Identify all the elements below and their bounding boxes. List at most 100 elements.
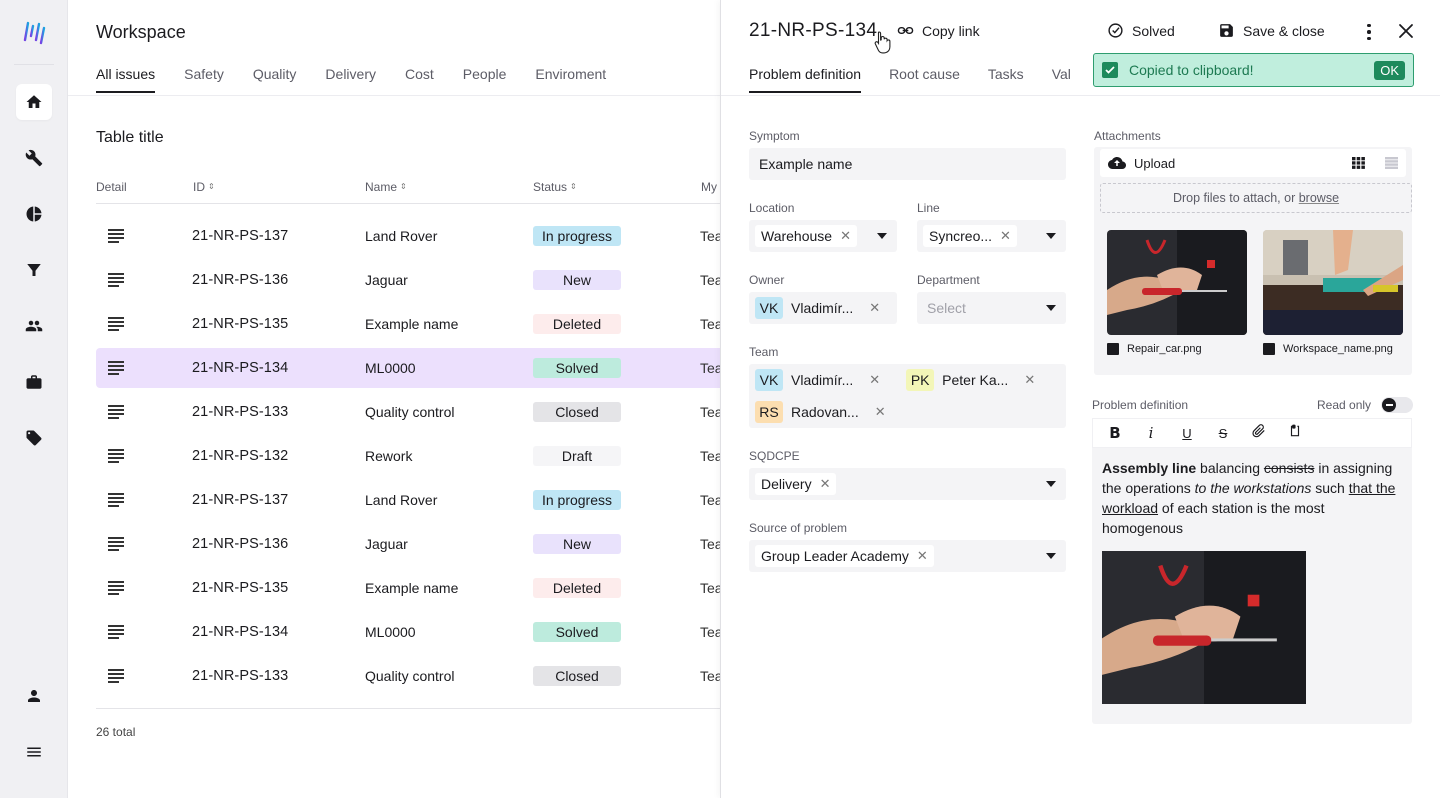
detail-icon[interactable] bbox=[108, 537, 124, 551]
column-header-status[interactable]: Status ⇕ bbox=[533, 180, 577, 194]
line-select[interactable]: Syncreo... ✕ bbox=[917, 220, 1066, 252]
attach-icon[interactable] bbox=[1251, 424, 1267, 442]
table-row[interactable]: 21-NR-PS-134 ML0000 Solved Tea bbox=[96, 610, 736, 654]
sidebar-item-people[interactable] bbox=[16, 308, 52, 344]
more-options-icon[interactable] bbox=[1361, 22, 1377, 42]
sidebar-item-menu[interactable] bbox=[16, 734, 52, 770]
tab-environment[interactable]: Enviroment bbox=[535, 66, 606, 92]
sort-icon[interactable]: ⇕ bbox=[400, 183, 407, 191]
sidebar-item-profile[interactable] bbox=[16, 678, 52, 714]
attachment-name[interactable]: Repair_car.png bbox=[1107, 343, 1202, 355]
attachment-thumbnail-repair-car[interactable] bbox=[1107, 230, 1247, 335]
tab-validation[interactable]: Val bbox=[1052, 66, 1071, 92]
remove-icon[interactable]: ✕ bbox=[840, 228, 851, 244]
remove-icon[interactable]: ✕ bbox=[869, 372, 880, 388]
sidebar-item-projects[interactable] bbox=[16, 364, 52, 400]
tab-quality[interactable]: Quality bbox=[253, 66, 297, 92]
table-row[interactable]: 21-NR-PS-135 Example name Deleted Tea bbox=[96, 302, 736, 346]
caret-down-icon[interactable] bbox=[1046, 305, 1056, 311]
remove-icon[interactable]: ✕ bbox=[820, 476, 831, 492]
solved-button[interactable]: Solved bbox=[1107, 22, 1175, 39]
bold-icon[interactable]: B bbox=[1107, 424, 1123, 442]
table-row[interactable]: 21-NR-PS-137 Land Rover In progress Tea bbox=[96, 214, 736, 258]
column-header-name[interactable]: Name ⇕ bbox=[365, 180, 407, 194]
detail-icon[interactable] bbox=[108, 273, 124, 287]
remove-icon[interactable]: ✕ bbox=[917, 548, 928, 564]
remove-icon[interactable]: ✕ bbox=[869, 300, 880, 316]
symptom-input[interactable]: Example name bbox=[749, 148, 1066, 180]
upload-button[interactable]: Upload bbox=[1134, 156, 1175, 171]
tab-safety[interactable]: Safety bbox=[184, 66, 224, 92]
tab-problem-definition[interactable]: Problem definition bbox=[749, 66, 862, 93]
copy-link-button[interactable]: Copy link bbox=[897, 22, 980, 39]
table-row[interactable]: 21-NR-PS-135 Example name Deleted Tea bbox=[96, 566, 736, 610]
drop-zone[interactable]: Drop files to attach, or browse bbox=[1100, 183, 1412, 213]
detail-icon[interactable] bbox=[108, 581, 124, 595]
sort-icon[interactable]: ⇕ bbox=[570, 183, 577, 191]
cloud-upload-icon[interactable] bbox=[1108, 156, 1126, 170]
clipboard-icon[interactable] bbox=[1287, 424, 1303, 442]
attachment-thumbnail-workspace[interactable] bbox=[1263, 230, 1403, 335]
underline-icon[interactable]: U bbox=[1179, 426, 1195, 441]
sidebar-item-home[interactable] bbox=[16, 84, 52, 120]
detail-icon[interactable] bbox=[108, 405, 124, 419]
detail-icon[interactable] bbox=[108, 449, 124, 463]
sqdcpe-select[interactable]: Delivery ✕ bbox=[749, 468, 1066, 500]
sidebar-item-tools[interactable] bbox=[16, 140, 52, 176]
pie-chart-icon bbox=[26, 206, 42, 222]
save-close-button[interactable]: Save & close bbox=[1218, 22, 1325, 39]
table-row[interactable]: 21-NR-PS-132 Rework Draft Tea bbox=[96, 434, 736, 478]
table-row[interactable]: 21-NR-PS-137 Land Rover In progress Tea bbox=[96, 478, 736, 522]
tab-root-cause[interactable]: Root cause bbox=[889, 66, 960, 92]
location-select[interactable]: Warehouse ✕ bbox=[749, 220, 897, 252]
attachment-name[interactable]: Workspace_name.png bbox=[1263, 343, 1393, 355]
toast-ok-button[interactable]: OK bbox=[1374, 60, 1405, 80]
remove-icon[interactable]: ✕ bbox=[1000, 228, 1011, 244]
table-row[interactable]: 21-NR-PS-133 Quality control Closed Tea bbox=[96, 654, 736, 698]
detail-icon[interactable] bbox=[108, 361, 124, 375]
detail-icon[interactable] bbox=[108, 317, 124, 331]
close-icon[interactable] bbox=[1397, 22, 1415, 40]
grid-view-icon[interactable] bbox=[1352, 157, 1365, 169]
tab-cost[interactable]: Cost bbox=[405, 66, 434, 92]
tab-people[interactable]: People bbox=[463, 66, 507, 92]
team-select[interactable]: VK Vladimír... ✕ PK Peter Ka... ✕ RS Radovan.… bbox=[749, 364, 1066, 428]
sidebar-item-reports[interactable] bbox=[16, 196, 52, 232]
column-header-id[interactable]: ID ⇕ bbox=[193, 180, 215, 194]
list-view-icon[interactable] bbox=[1385, 157, 1398, 169]
sort-icon[interactable]: ⇕ bbox=[208, 183, 215, 191]
sidebar-item-filter[interactable] bbox=[16, 252, 52, 288]
detail-icon[interactable] bbox=[108, 669, 124, 683]
table-row[interactable]: 21-NR-PS-136 Jaguar New Tea bbox=[96, 258, 736, 302]
department-select[interactable]: Select bbox=[917, 292, 1066, 324]
tab-delivery[interactable]: Delivery bbox=[325, 66, 376, 92]
detail-icon[interactable] bbox=[108, 493, 124, 507]
table-row[interactable]: 21-NR-PS-136 Jaguar New Tea bbox=[96, 522, 736, 566]
caret-down-icon[interactable] bbox=[877, 233, 887, 239]
strikethrough-icon[interactable]: S bbox=[1215, 426, 1231, 441]
detail-icon[interactable] bbox=[108, 625, 124, 639]
remove-icon[interactable]: ✕ bbox=[1024, 372, 1035, 388]
tab-all-issues[interactable]: All issues bbox=[96, 66, 156, 93]
browse-link[interactable]: browse bbox=[1299, 191, 1339, 205]
detail-icon[interactable] bbox=[108, 229, 124, 243]
table-row[interactable]: 21-NR-PS-133 Quality control Closed Tea bbox=[96, 390, 736, 434]
issue-name: Example name bbox=[365, 580, 459, 596]
sqdcpe-chip: Delivery ✕ bbox=[755, 473, 837, 495]
source-select[interactable]: Group Leader Academy ✕ bbox=[749, 540, 1066, 572]
remove-icon[interactable]: ✕ bbox=[875, 404, 886, 420]
tab-tasks[interactable]: Tasks bbox=[988, 66, 1024, 92]
person-name: Radovan... bbox=[791, 404, 859, 420]
repair-car-image bbox=[1102, 551, 1306, 704]
app-logo[interactable] bbox=[20, 18, 48, 46]
status-badge: New bbox=[533, 270, 621, 290]
table-row[interactable]: 21-NR-PS-134 ML0000 Solved Tea bbox=[96, 348, 736, 388]
read-only-toggle[interactable] bbox=[1381, 397, 1413, 413]
problem-definition-editor[interactable]: B i U S Assembly line balancing consists… bbox=[1092, 418, 1412, 724]
caret-down-icon[interactable] bbox=[1046, 233, 1056, 239]
sidebar-item-tags[interactable] bbox=[16, 420, 52, 456]
owner-select[interactable]: VK Vladimír... ✕ bbox=[749, 292, 897, 324]
caret-down-icon[interactable] bbox=[1046, 481, 1056, 487]
caret-down-icon[interactable] bbox=[1046, 553, 1056, 559]
italic-icon[interactable]: i bbox=[1143, 424, 1159, 442]
